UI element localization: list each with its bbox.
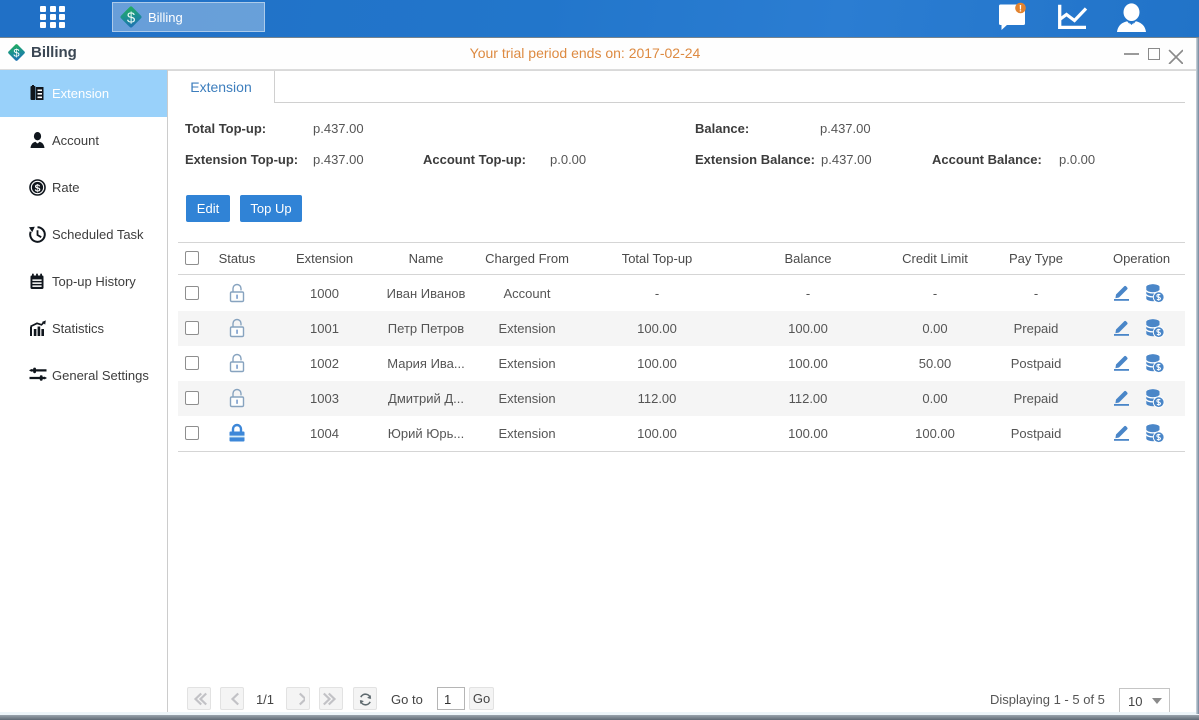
svg-text:$: $: [127, 10, 136, 27]
svg-text:$: $: [35, 182, 41, 194]
svg-text:!: !: [1019, 3, 1022, 14]
